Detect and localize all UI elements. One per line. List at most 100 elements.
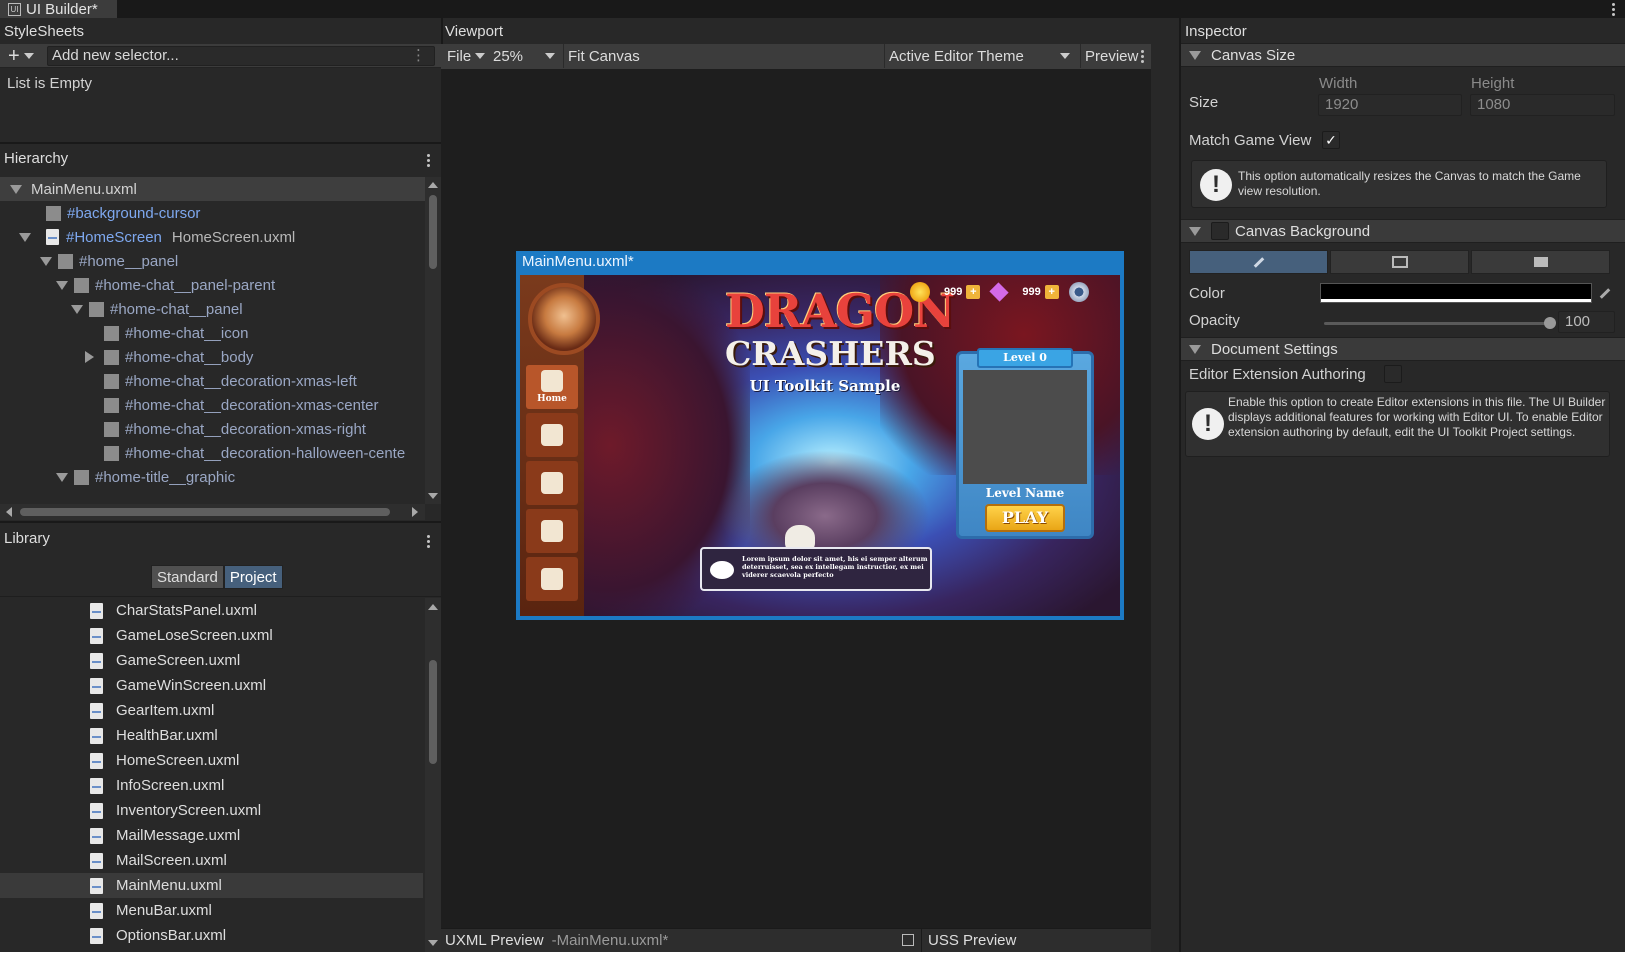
game-menu-button xyxy=(526,461,578,505)
editor-extension-checkbox[interactable] xyxy=(1384,365,1402,383)
library-item[interactable]: OptionsBar.uxml xyxy=(0,923,423,948)
library-item[interactable]: MailMessage.uxml xyxy=(0,823,423,848)
library-item[interactable]: GearItem.uxml xyxy=(0,698,423,723)
collapse-arrow-icon[interactable] xyxy=(85,351,94,363)
canvas-background-foldout[interactable]: Canvas Background xyxy=(1181,219,1625,243)
tree-row-xmas-center[interactable]: #home-chat__decoration-xmas-center xyxy=(0,393,425,417)
canvas-background-checkbox[interactable] xyxy=(1211,222,1229,240)
uss-preview-label[interactable]: USS Preview xyxy=(928,932,1016,949)
canvas-width-field[interactable]: 1920 xyxy=(1318,94,1462,116)
foldout-arrow-icon[interactable] xyxy=(1189,226,1201,236)
document-settings-foldout[interactable]: Document Settings xyxy=(1181,337,1625,361)
more-icon[interactable]: ⋮ xyxy=(411,47,426,65)
library-item[interactable]: MenuBar.uxml xyxy=(0,898,423,923)
stylesheets-hierarchy-splitter[interactable] xyxy=(0,142,441,144)
tree-row-mainmenu[interactable]: MainMenu.uxml xyxy=(0,177,425,201)
expand-arrow-icon[interactable] xyxy=(9,184,22,194)
zoom-dropdown[interactable]: 25% xyxy=(489,44,561,68)
hierarchy-hscroll-thumb[interactable] xyxy=(20,508,390,516)
match-game-view-checkbox[interactable]: ✓ xyxy=(1322,131,1340,149)
image-icon xyxy=(1391,256,1408,268)
expand-arrow-icon[interactable] xyxy=(56,472,68,482)
canvas-size-helpbox: ! This option automatically resizes the … xyxy=(1191,160,1607,208)
scroll-up-icon[interactable] xyxy=(428,604,438,610)
library-item[interactable]: InfoScreen.uxml xyxy=(0,773,423,798)
tree-row-home-panel[interactable]: #home__panel xyxy=(0,249,425,273)
hierarchy-vscrollbar[interactable] xyxy=(425,177,441,504)
hierarchy-hscrollbar[interactable] xyxy=(0,504,425,520)
expand-arrow-icon[interactable] xyxy=(56,280,68,290)
opacity-field[interactable]: 100 xyxy=(1558,311,1615,333)
fit-canvas-button[interactable]: Fit Canvas xyxy=(563,44,644,68)
expand-arrow-icon[interactable] xyxy=(40,256,52,266)
preview-button[interactable]: Preview xyxy=(1080,44,1142,68)
library-item[interactable]: MailScreen.uxml xyxy=(0,848,423,873)
tree-row-xmas-left[interactable]: #home-chat__decoration-xmas-left xyxy=(0,369,425,393)
library-tab-group: Standard Project xyxy=(151,565,283,589)
library-item[interactable]: HomeScreen.uxml xyxy=(0,748,423,773)
canvas-size-help-text: This option automatically resizes the Ca… xyxy=(1238,169,1581,198)
canvas-frame[interactable]: MainMenu.uxml* Home DRAGON CRASHERS UI T… xyxy=(516,251,1124,620)
file-menu-button[interactable]: File xyxy=(443,44,489,68)
library-item[interactable]: GameLoseScreen.uxml xyxy=(0,623,423,648)
hierarchy-vscroll-thumb[interactable] xyxy=(429,195,437,269)
canvas-height-field[interactable]: 1080 xyxy=(1470,94,1615,116)
foldout-arrow-icon[interactable] xyxy=(1189,50,1201,60)
tree-row-home-chat-panel[interactable]: #home-chat__panel xyxy=(0,297,425,321)
tree-row-homescreen[interactable]: #HomeScreen HomeScreen.uxml xyxy=(0,225,425,249)
tree-row-halloween-center[interactable]: #home-chat__decoration-halloween-cente xyxy=(0,441,425,465)
uxml-file-icon xyxy=(90,677,103,694)
tab-color-mode[interactable] xyxy=(1189,250,1328,274)
eyedropper-icon[interactable] xyxy=(1599,288,1611,299)
scroll-down-icon[interactable] xyxy=(428,493,438,499)
library-item[interactable]: HealthBar.uxml xyxy=(0,723,423,748)
library-item[interactable]: GameScreen.uxml xyxy=(0,648,423,673)
scroll-left-icon[interactable] xyxy=(6,507,12,517)
open-external-icon[interactable] xyxy=(902,934,914,946)
hierarchy-menu-icon[interactable] xyxy=(422,151,434,169)
viewport-menu-icon[interactable] xyxy=(1136,47,1148,65)
tree-row-label: #home-title__graphic xyxy=(95,468,236,486)
expand-arrow-icon[interactable] xyxy=(19,232,31,242)
scroll-right-icon[interactable] xyxy=(412,507,418,517)
scroll-down-icon[interactable] xyxy=(428,940,438,946)
tab-camera-mode[interactable] xyxy=(1471,250,1610,274)
library-item[interactable]: InventoryScreen.uxml xyxy=(0,798,423,823)
right-splitter[interactable] xyxy=(1179,18,1181,952)
theme-dropdown[interactable]: Active Editor Theme xyxy=(884,44,1078,68)
tree-row-home-title-graphic[interactable]: #home-title__graphic xyxy=(0,465,425,489)
library-menu-icon[interactable] xyxy=(422,532,434,550)
tab-image-mode[interactable] xyxy=(1330,250,1469,274)
tree-row-home-chat-body[interactable]: #home-chat__body xyxy=(0,345,425,369)
tree-row-background-cursor[interactable]: #background-cursor xyxy=(0,201,425,225)
expand-arrow-icon[interactable] xyxy=(71,304,83,314)
size-label: Size xyxy=(1189,94,1219,111)
add-stylesheet-button[interactable]: + xyxy=(4,44,38,68)
tree-row-home-chat-panel-parent[interactable]: #home-chat__panel-parent xyxy=(0,273,425,297)
window-menu-icon[interactable] xyxy=(1607,0,1619,18)
color-swatch[interactable] xyxy=(1320,283,1592,303)
coin-icon xyxy=(910,282,930,302)
library-item[interactable]: CharStatsPanel.uxml xyxy=(0,598,423,623)
opacity-slider-knob[interactable] xyxy=(1544,317,1556,329)
tab-project[interactable]: Project xyxy=(223,565,283,589)
library-vscrollbar[interactable] xyxy=(425,598,441,952)
uxml-file-icon xyxy=(90,727,103,744)
hierarchy-library-splitter[interactable] xyxy=(0,521,441,523)
scroll-up-icon[interactable] xyxy=(428,182,438,188)
tree-row-home-chat-icon[interactable]: #home-chat__icon xyxy=(0,321,425,345)
library-item-label: HomeScreen.uxml xyxy=(116,752,240,769)
uxml-file-icon xyxy=(90,777,103,794)
tree-row-xmas-right[interactable]: #home-chat__decoration-xmas-right xyxy=(0,417,425,441)
uxml-preview-label[interactable]: UXML Preview xyxy=(445,932,544,949)
opacity-slider[interactable] xyxy=(1324,317,1556,329)
library-item[interactable]: GameWinScreen.uxml xyxy=(0,673,423,698)
tab-standard[interactable]: Standard xyxy=(151,565,224,589)
library-item-selected[interactable]: MainMenu.uxml xyxy=(0,873,423,898)
window-tab[interactable]: UI UI Builder* xyxy=(0,0,117,18)
canvas-size-foldout[interactable]: Canvas Size xyxy=(1181,43,1625,67)
foldout-arrow-icon[interactable] xyxy=(1189,344,1201,354)
library-item-label: MailScreen.uxml xyxy=(116,852,227,869)
add-selector-input[interactable]: Add new selector... ⋮ xyxy=(47,46,435,66)
library-vscroll-thumb[interactable] xyxy=(429,660,437,764)
